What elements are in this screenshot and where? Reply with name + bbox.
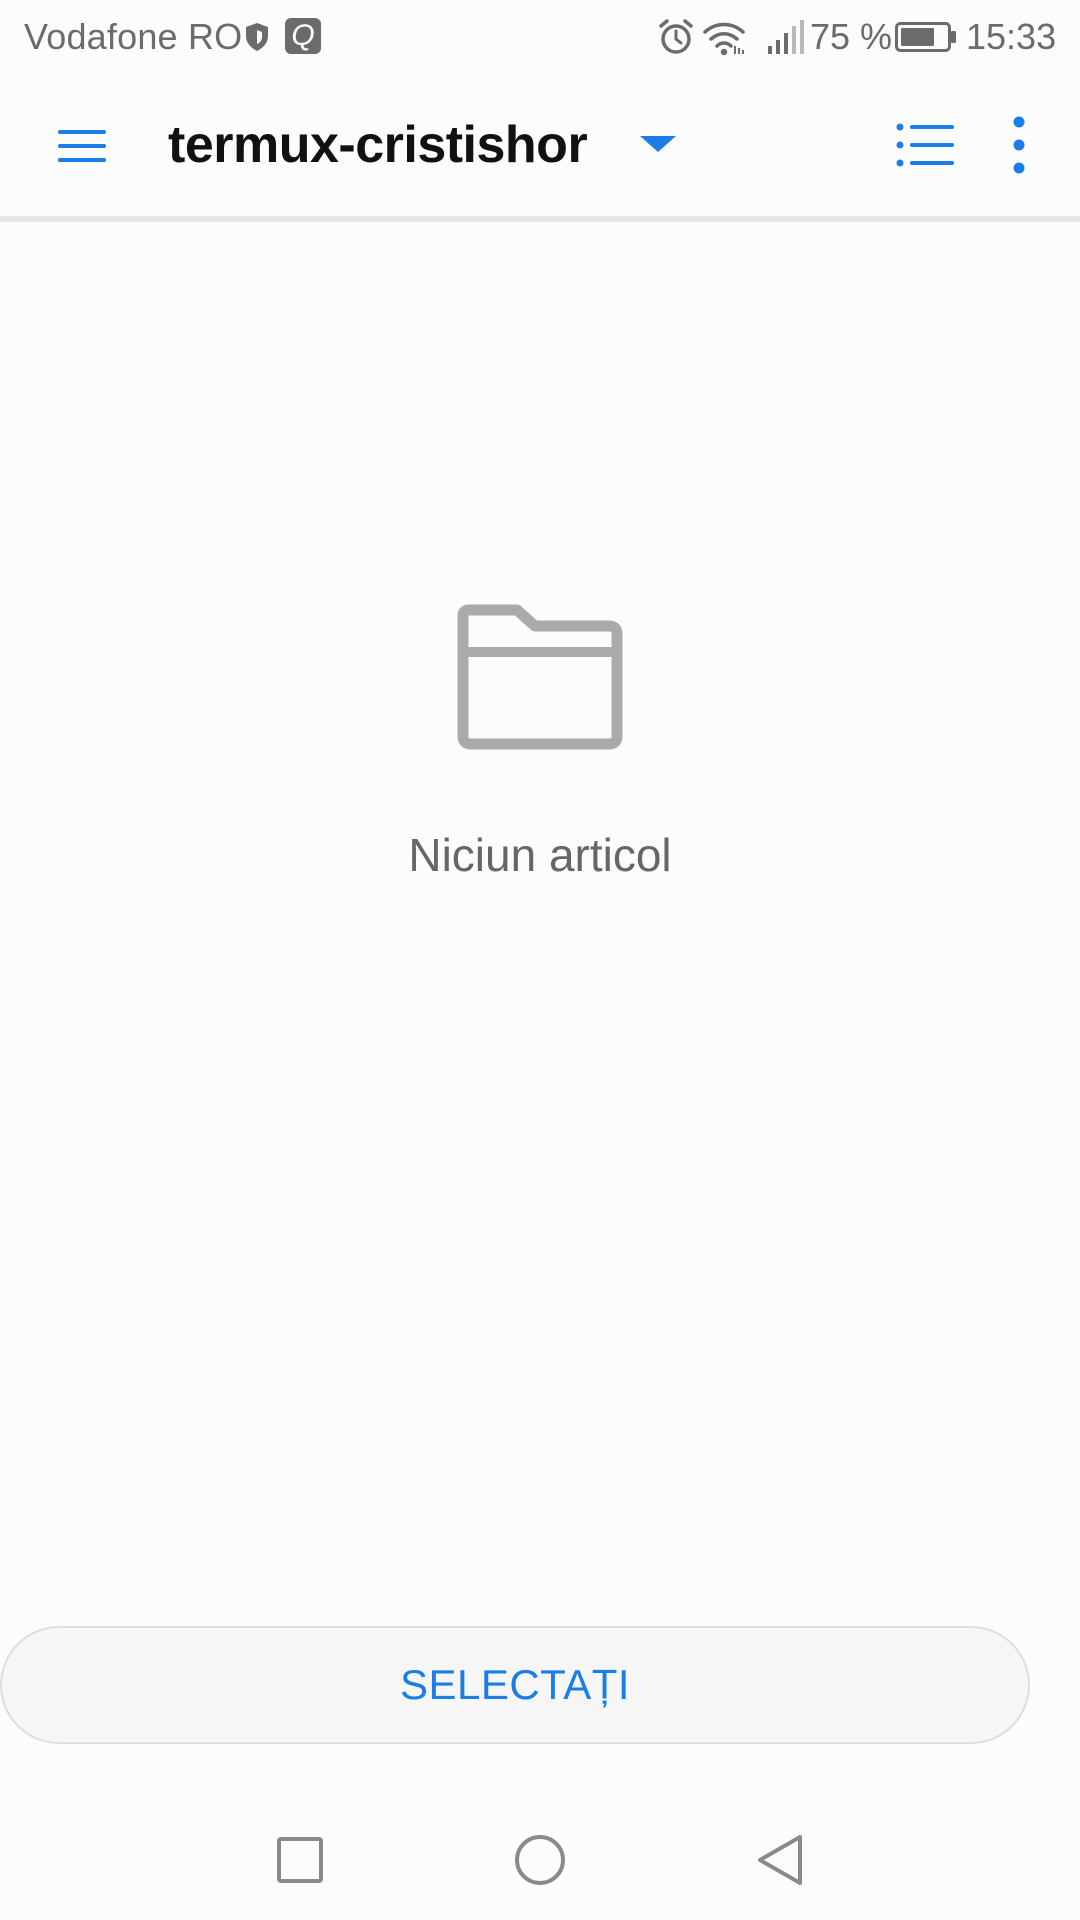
app-bar: termux-cristishor [0,75,1080,216]
signal-icon [768,20,804,54]
battery-percent: 75 % [810,16,893,57]
home-icon[interactable] [512,1832,568,1888]
more-vert-icon[interactable] [1004,113,1034,177]
app-badge-icon: Q [285,18,321,54]
folder-title[interactable]: termux-cristishor [168,115,588,175]
back-icon[interactable] [752,1832,808,1888]
battery-icon [895,22,956,52]
navigation-bar [0,1780,1080,1920]
folder-icon [457,604,623,750]
empty-message: Niciun articol [408,829,672,881]
dropdown-arrow-icon[interactable] [636,130,680,158]
select-button[interactable]: SELECTAȚI [0,1626,1030,1744]
clock: 15:33 [966,16,1057,57]
status-bar: Vodafone RO Q 75 % 15:33 [0,0,1080,75]
carrier-name: Vodafone RO [24,16,243,57]
alarm-icon [659,19,693,54]
menu-icon[interactable] [48,115,116,177]
recents-icon[interactable] [272,1832,328,1888]
app-bar-divider [0,216,1080,222]
wifi-icon [703,22,745,56]
shield-icon [246,23,268,51]
list-view-icon[interactable] [894,119,958,171]
